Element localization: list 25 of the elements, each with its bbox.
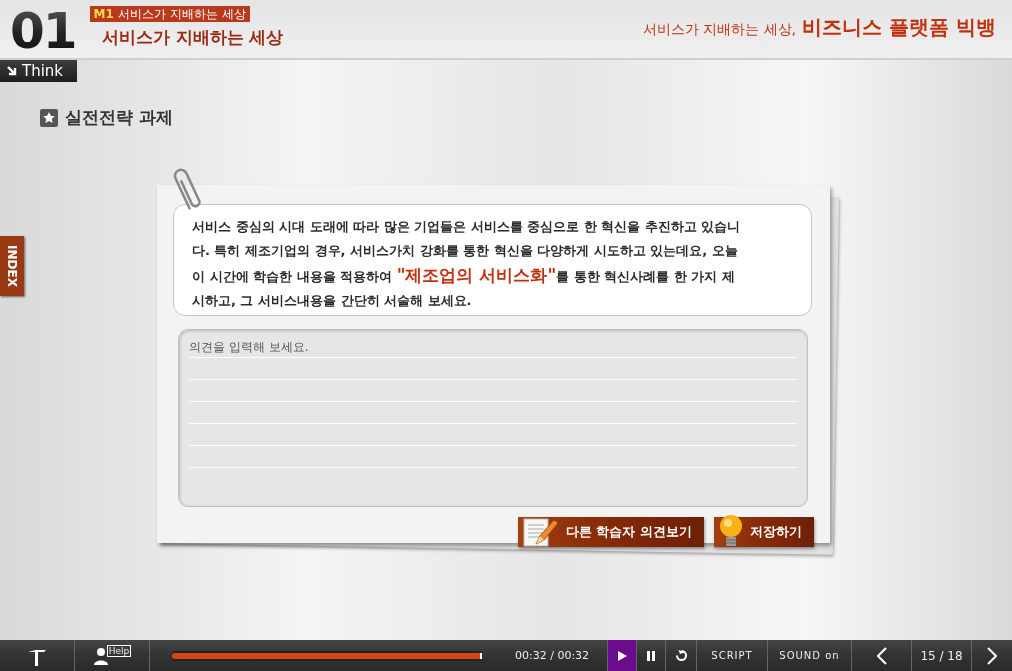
play-icon (617, 650, 627, 661)
other-opinions-button[interactable]: 다른 학습자 의견보기 (517, 517, 704, 547)
module-title: 서비스가 지배하는 세상 (117, 6, 246, 22)
module-code: M1 (93, 6, 114, 22)
sound-button[interactable]: SOUND on (768, 640, 852, 671)
course-title: 비즈니스 플랫폼 빅뱅 (802, 14, 996, 41)
save-button[interactable]: 저장하기 (714, 517, 814, 547)
question-text: 서비스 중심의 시대 도래에 따라 많은 기업들은 서비스를 중심으로 한 혁신을 추진하고 있습니다. 특히 제조기업의 경우, 서비스가치 강화를 통한 혁신을 다양하게 시도하고 있는데요, 오늘 이 시간에 학습한 내용을 적용하여 "제조업의 서비스화"를 통한 혁신사례를 한 가지 제시하고, 그 서비스내용을 간단히 서술해 보세요. (173, 204, 812, 316)
lesson-title: 서비스가 지배하는 세상 (101, 26, 284, 48)
help-button[interactable]: Help (75, 640, 150, 671)
page-counter: 15 / 18 (912, 640, 972, 671)
pause-icon (647, 650, 655, 661)
help-label: Help (106, 644, 132, 657)
person-icon (92, 646, 109, 665)
play-button[interactable] (607, 640, 636, 671)
answer-field[interactable]: 의견을 입력해 보세요. (178, 329, 808, 507)
course-subtitle: 서비스가 지배하는 세상, (642, 21, 797, 39)
index-tab[interactable]: INDEX (0, 236, 24, 296)
time-display: 00:32 / 00:32 (514, 648, 591, 664)
script-button[interactable]: SCRIPT (696, 640, 768, 671)
arrow-icon (6, 65, 18, 77)
chevron-right-icon (987, 646, 997, 665)
chevron-left-icon (876, 646, 887, 665)
section-heading: 실전전략 과제 (65, 106, 173, 129)
replay-icon (674, 649, 688, 662)
